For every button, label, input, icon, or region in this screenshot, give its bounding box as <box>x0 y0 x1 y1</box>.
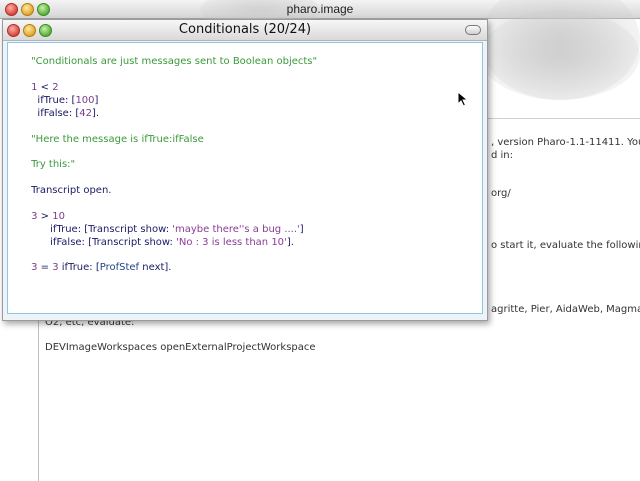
code-bracket: ]. <box>286 237 294 248</box>
code-comment: "Here the message is ifTrue:ifFalse <box>31 134 204 145</box>
workspace-text-line: org/ <box>491 188 511 199</box>
conditionals-titlebar[interactable]: Conditionals (20/24) <box>3 20 487 41</box>
code-bracket: next]. <box>139 262 172 273</box>
workspace-text-line: d in: <box>491 150 514 161</box>
window-title: Conditionals (20/24) <box>178 22 312 37</box>
code-keyword: ifFalse: [ <box>31 108 80 119</box>
workspace-text-line: DEVImageWorkspaces openExternalProjectWo… <box>45 342 316 353</box>
code-number: 42 <box>79 108 93 119</box>
code-comment: Try this:" <box>31 159 76 170</box>
workspace-text-line: o start it, evaluate the following <box>491 240 640 251</box>
mouse-pointer-icon <box>457 91 469 107</box>
background-artwork <box>480 10 640 100</box>
code-class-name: ProfStef <box>99 262 140 273</box>
code-string: 'No : 3 is less than 10' <box>176 237 287 248</box>
code-bracket: ] <box>299 224 304 235</box>
conditionals-window[interactable]: Conditionals (20/24) "Conditionals are j… <box>2 19 488 321</box>
code-keyword: ifTrue: [ <box>58 262 100 273</box>
code-editor[interactable]: "Conditionals are just messages sent to … <box>7 42 483 314</box>
code-line: 3 = 3 ifTrue: [ProfStef next]. <box>12 251 172 284</box>
workspace-text-line: agritte, Pier, AidaWeb, Magma, M <box>491 304 640 315</box>
code-statement: Transcript open. <box>31 185 112 196</box>
code-comment: "Conditionals are just messages sent to … <box>31 56 318 67</box>
collapse-button[interactable] <box>465 25 481 35</box>
code-keyword: ifFalse: [Transcript show: <box>31 237 177 248</box>
code-operator: = <box>37 262 53 273</box>
code-bracket: ]. <box>92 108 100 119</box>
workspace-text-line: , version Pharo-1.1-11411. You c <box>491 137 640 148</box>
